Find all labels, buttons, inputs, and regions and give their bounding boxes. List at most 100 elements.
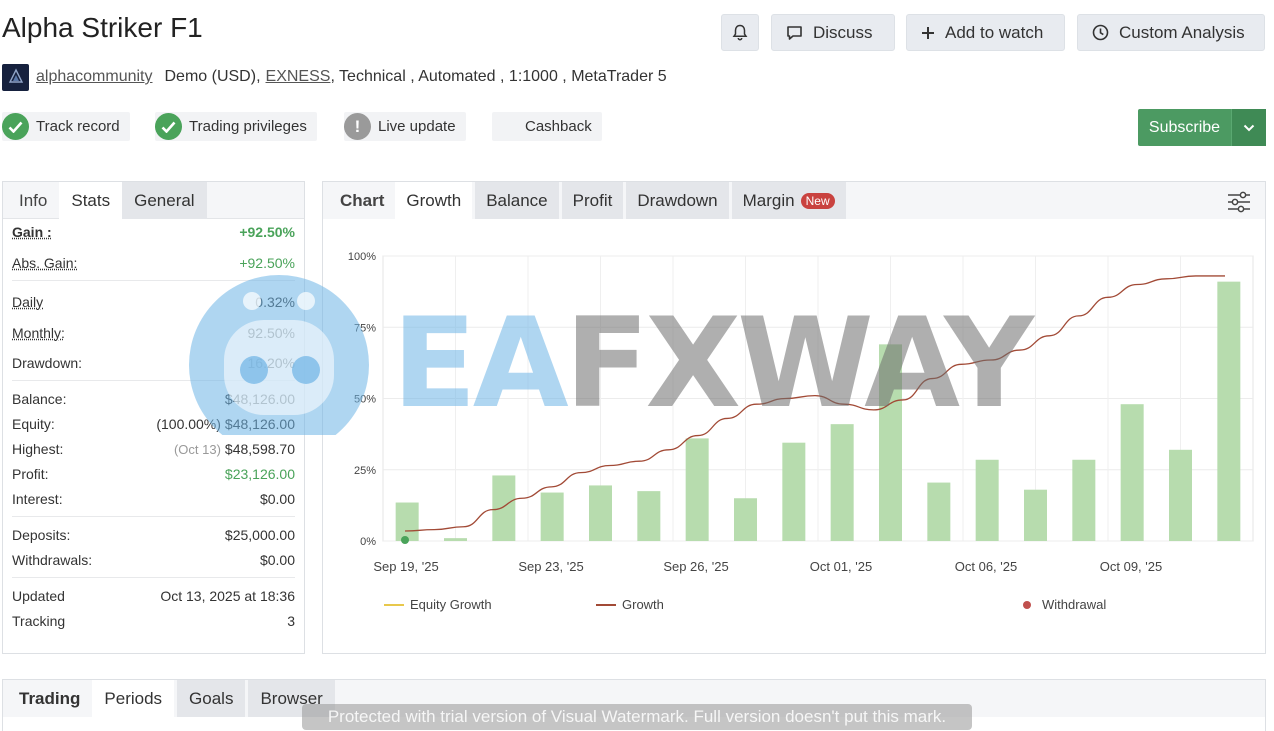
track-record-badge[interactable]: Track record [2, 112, 130, 141]
bar [685, 438, 709, 541]
bar [1217, 281, 1241, 541]
withdrawals-row: Withdrawals: $0.00 [12, 547, 295, 572]
add-to-watch-button[interactable]: Add to watch [906, 14, 1065, 51]
y-tick-label: 50% [354, 394, 376, 406]
withdrawals-value: $0.00 [259, 551, 295, 568]
author-link[interactable]: alphacommunity [36, 68, 153, 86]
clock-icon [1092, 24, 1109, 41]
subscribe-button[interactable]: Subscribe [1138, 109, 1266, 146]
legend-growth[interactable]: Growth [596, 597, 664, 612]
bar [637, 491, 661, 541]
legend-equity-growth[interactable]: Equity Growth [384, 597, 492, 612]
interest-label: Interest: [12, 490, 63, 507]
withdrawals-label: Withdrawals: [12, 551, 93, 568]
abs-gain-label[interactable]: Abs. Gain: [12, 255, 77, 271]
balance-value: $48,126.00 [224, 390, 295, 407]
bar [782, 442, 806, 541]
daily-value: 0.32% [255, 293, 295, 310]
x-tick-label: Sep 19, '25 [373, 559, 438, 574]
cashback-badge[interactable]: Cashback [492, 112, 602, 141]
bell-icon [732, 24, 748, 41]
chat-icon [787, 25, 802, 40]
updated-value: Oct 13, 2025 at 18:36 [160, 587, 295, 604]
notifications-button[interactable] [721, 14, 759, 51]
tab-general[interactable]: General [122, 182, 207, 219]
tab-periods[interactable]: Periods [92, 680, 175, 717]
bar [1024, 489, 1047, 541]
highest-label: Highest: [12, 440, 64, 457]
profit-row: Profit: $23,126.00 [12, 461, 295, 486]
equity-percent: (100.00%) [156, 415, 221, 432]
system-meta: alphacommunity Demo (USD), EXNESS , Tech… [2, 63, 667, 91]
tab-trading[interactable]: Trading [3, 680, 92, 717]
x-tick-label: Sep 23, '25 [518, 559, 583, 574]
gain-label[interactable]: Gain : [12, 224, 52, 240]
exclamation-icon: ! [344, 113, 371, 140]
check-icon [155, 113, 182, 140]
tab-stats[interactable]: Stats [59, 182, 123, 219]
y-tick-label: 0% [360, 536, 376, 548]
bar [927, 482, 951, 541]
cashback-icon [492, 113, 512, 140]
monthly-value: 92.50% [247, 324, 295, 341]
trading-privileges-label: Trading privileges [189, 118, 307, 135]
legend-equity-label: Equity Growth [410, 597, 492, 612]
add-to-watch-label: Add to watch [945, 22, 1044, 42]
divider [12, 380, 295, 381]
balance-row: Balance: $48,126.00 [12, 386, 295, 411]
drawdown-value: 16.20% [247, 354, 295, 371]
live-update-label: Live update [378, 118, 456, 135]
monthly-label[interactable]: Monthly: [12, 325, 65, 341]
track-record-label: Track record [36, 118, 120, 135]
drawdown-label: Drawdown: [12, 354, 83, 371]
bar [830, 424, 854, 541]
y-tick-label: 75% [354, 322, 376, 334]
tab-goals[interactable]: Goals [177, 680, 246, 717]
cashback-label: Cashback [525, 118, 592, 135]
x-tick-label: Sep 26, '25 [663, 559, 728, 574]
highest-date: (Oct 13) [173, 441, 221, 457]
equity-value: $48,126.00 [224, 415, 295, 432]
trading-privileges-badge[interactable]: Trading privileges [155, 112, 317, 141]
bar [1120, 404, 1144, 541]
abs-gain-row: Abs. Gain: +92.50% [12, 250, 295, 275]
custom-analysis-button[interactable]: Custom Analysis [1077, 14, 1265, 51]
tab-info[interactable]: Info [3, 182, 59, 219]
bar [1169, 449, 1192, 541]
x-tick-label: Oct 01, '25 [810, 559, 872, 574]
gain-value: +92.50% [239, 223, 295, 240]
live-update-badge[interactable]: ! Live update [344, 112, 466, 141]
account-type: Demo (USD), [164, 68, 261, 85]
page-title: Alpha Striker F1 [2, 12, 203, 43]
divider [12, 516, 295, 517]
bar [540, 492, 564, 541]
updated-row: Updated Oct 13, 2025 at 18:36 [12, 583, 295, 608]
y-tick-label: 100% [348, 251, 376, 263]
system-attributes: , Technical , Automated , 1:1000 , MetaT… [330, 68, 667, 85]
discuss-button[interactable]: Discuss [771, 14, 895, 51]
divider [12, 280, 295, 281]
chart-panel: Chart Growth Balance Profit Drawdown Mar… [322, 181, 1266, 654]
chevron-down-icon[interactable] [1231, 109, 1266, 146]
equity-row: Equity: (100.00%) $48,126.00 [12, 411, 295, 436]
bar [589, 485, 612, 541]
daily-row: Daily 0.32% [12, 289, 295, 314]
drawdown-row: Drawdown: 16.20% [12, 350, 295, 375]
growth-chart: 100% 75% 50% 25% 0% Sep 19, '25 Sep 23, '25 Sep… [348, 251, 1254, 574]
custom-analysis-label: Custom Analysis [1119, 22, 1245, 42]
daily-label[interactable]: Daily [12, 294, 43, 310]
deposits-row: Deposits: $25,000.00 [12, 522, 295, 547]
bar [1072, 459, 1096, 541]
avatar [2, 63, 29, 91]
legend-withdrawal-label: Withdrawal [1042, 597, 1107, 612]
legend-line [384, 603, 404, 606]
balance-label: Balance: [12, 390, 67, 407]
bar [975, 459, 999, 541]
tracking-label: Tracking [12, 612, 66, 629]
legend-withdrawal[interactable]: Withdrawal [1023, 597, 1106, 612]
broker-link[interactable]: EXNESS [266, 68, 331, 86]
updated-label: Updated [12, 587, 65, 604]
interest-row: Interest: $0.00 [12, 486, 295, 511]
check-icon [2, 113, 29, 140]
x-tick-label: Oct 06, '25 [955, 559, 1017, 574]
